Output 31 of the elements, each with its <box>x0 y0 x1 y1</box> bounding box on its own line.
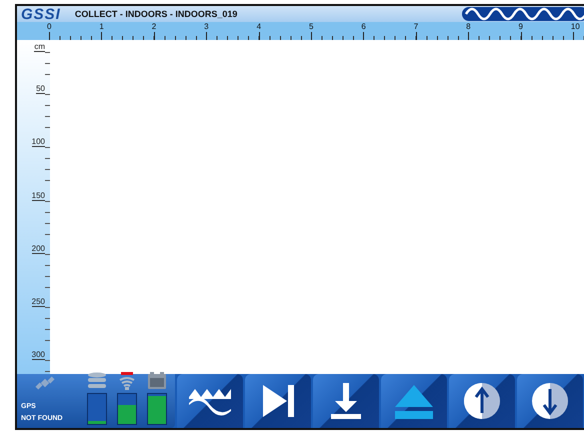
skip-button[interactable] <box>245 374 311 428</box>
battery-icon <box>147 372 167 390</box>
down-button[interactable] <box>517 374 583 428</box>
download-button[interactable] <box>313 374 379 428</box>
satellite-icon <box>35 376 55 390</box>
ruler-label: 200 <box>32 244 45 254</box>
logo: GSSI <box>20 6 62 22</box>
ruler-label: 7 <box>414 22 418 31</box>
ruler-label: 2 <box>152 22 156 31</box>
ruler-label: 9 <box>518 22 523 31</box>
up-button[interactable] <box>449 374 515 428</box>
wave-logo-icon <box>462 7 584 21</box>
ruler-label: 6 <box>361 22 366 31</box>
ruler-label: 8 <box>466 22 471 31</box>
ruler-label: 10 <box>570 22 580 31</box>
ruler-label: 0 <box>47 22 52 31</box>
ruler-label: 100 <box>32 137 45 148</box>
ruler-label: 5 <box>308 22 314 31</box>
ruler-label: 4 <box>256 22 262 31</box>
database-icon <box>87 372 107 390</box>
ruler-label: 150 <box>32 190 45 201</box>
eject-button[interactable] <box>381 374 447 428</box>
wave-button[interactable] <box>177 374 243 428</box>
ruler-label: 250 <box>32 297 45 308</box>
ruler-label: 3 <box>204 22 209 31</box>
window-title: COLLECT - INDOORS - INDOORS_019 <box>74 9 238 19</box>
ruler-label: 1 <box>99 22 104 31</box>
ruler-label: 50 <box>36 84 45 94</box>
unit-label: cm <box>34 42 45 52</box>
antenna-icon <box>117 372 137 390</box>
ruler-label: 300 <box>32 350 45 360</box>
